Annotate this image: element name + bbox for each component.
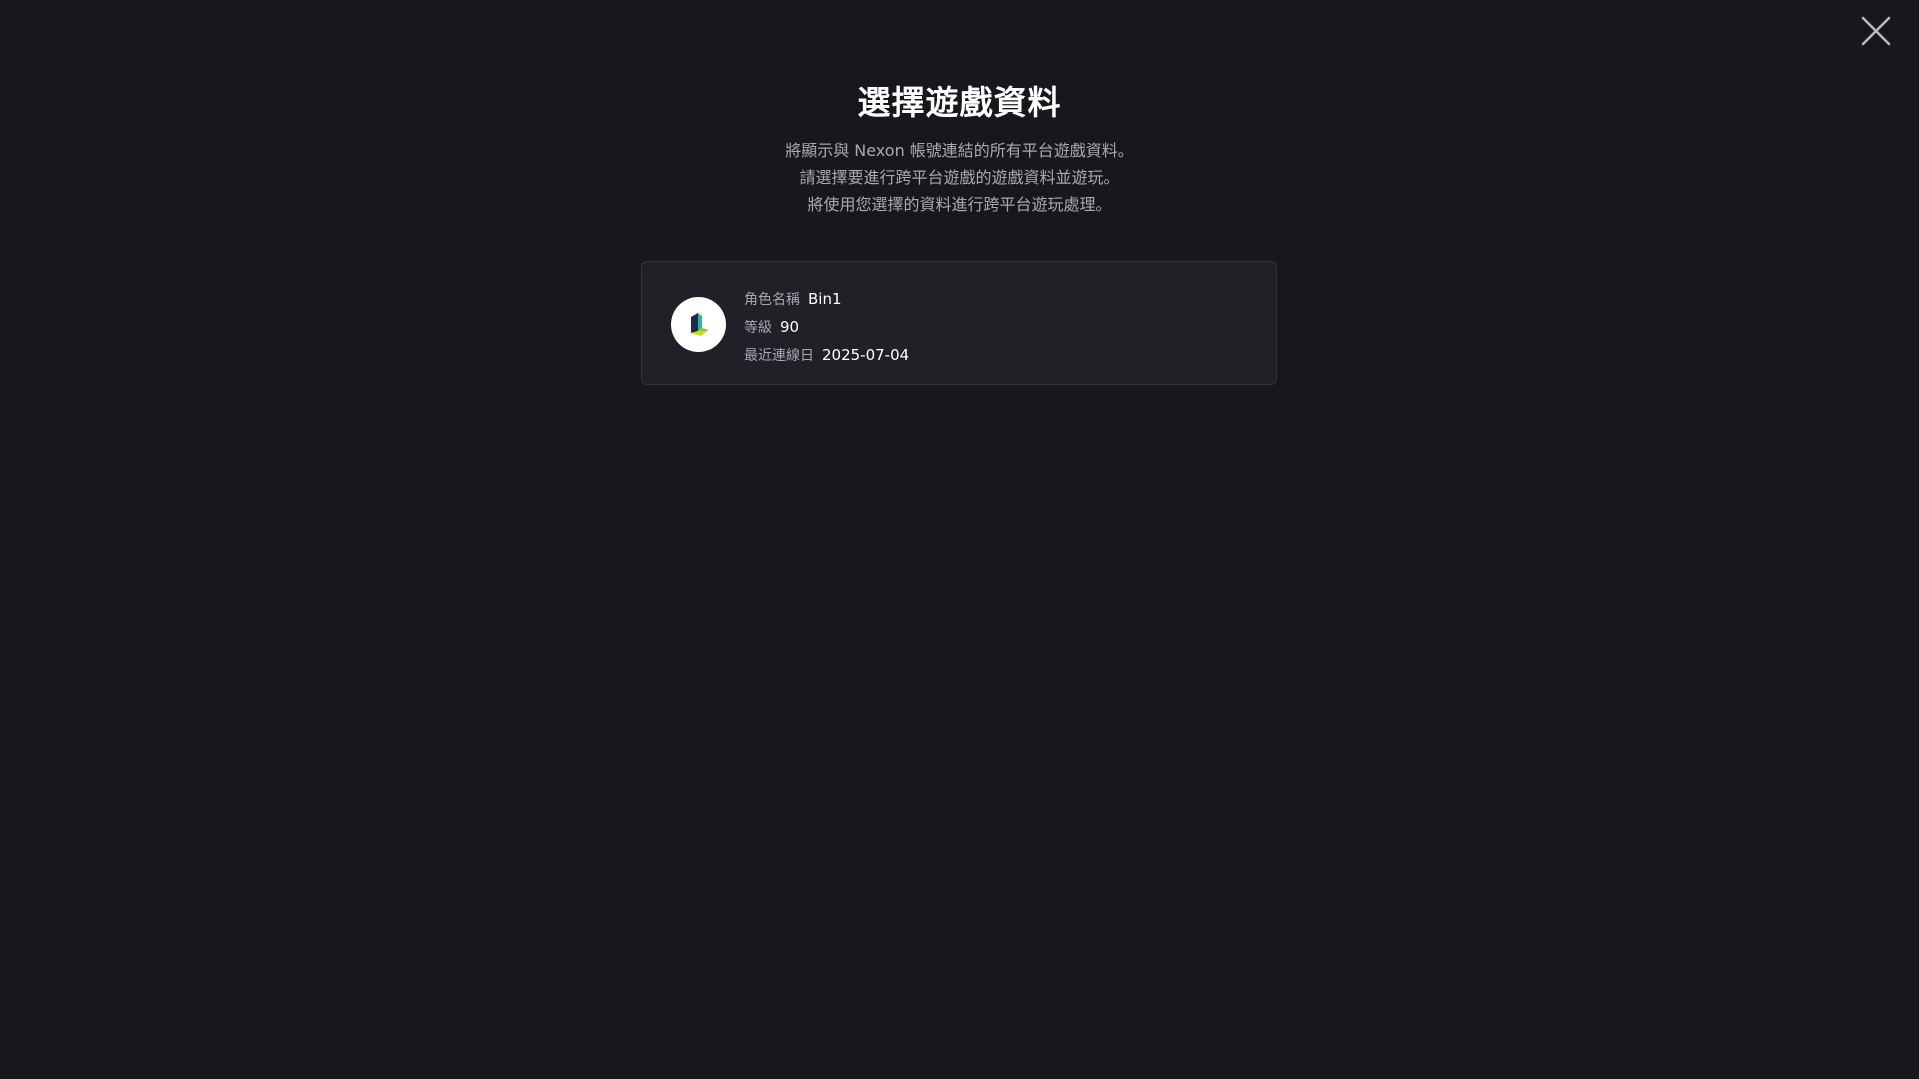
character-name-row: 角色名稱 Bin1 <box>744 285 909 313</box>
description-line-1: 將顯示與 Nexon 帳號連結的所有平台遊戲資料。 <box>785 141 1134 160</box>
last-login-row: 最近連線日 2025-07-04 <box>744 341 909 369</box>
level-label: 等級 <box>744 320 772 336</box>
game-logo-icon <box>691 313 709 336</box>
close-icon <box>1861 16 1891 46</box>
description-line-3: 將使用您選擇的資料進行跨平台遊玩處理。 <box>807 195 1112 214</box>
description-line-2: 請選擇要進行跨平台遊戲的遊戲資料並遊玩。 <box>799 168 1120 187</box>
last-login-value: 2025-07-04 <box>822 346 910 364</box>
game-data-selection-page: 選擇遊戲資料 將顯示與 Nexon 帳號連結的所有平台遊戲資料。 請選擇要進行跨… <box>0 0 1919 1079</box>
level-value: 90 <box>780 318 800 336</box>
avatar <box>671 297 726 352</box>
level-row: 等級 90 <box>744 313 909 341</box>
character-name-value: Bin1 <box>808 290 842 308</box>
profile-info: 角色名稱 Bin1 等級 90 最近連線日 2025-07-04 <box>744 285 909 369</box>
page-description: 將顯示與 Nexon 帳號連結的所有平台遊戲資料。 請選擇要進行跨平台遊戲的遊戲… <box>0 137 1919 218</box>
character-name-label: 角色名稱 <box>744 292 800 308</box>
last-login-label: 最近連線日 <box>744 348 814 364</box>
game-profile-card[interactable]: 角色名稱 Bin1 等級 90 最近連線日 2025-07-04 <box>641 261 1277 385</box>
page-title: 選擇遊戲資料 <box>857 83 1062 122</box>
close-button[interactable] <box>1859 14 1893 48</box>
